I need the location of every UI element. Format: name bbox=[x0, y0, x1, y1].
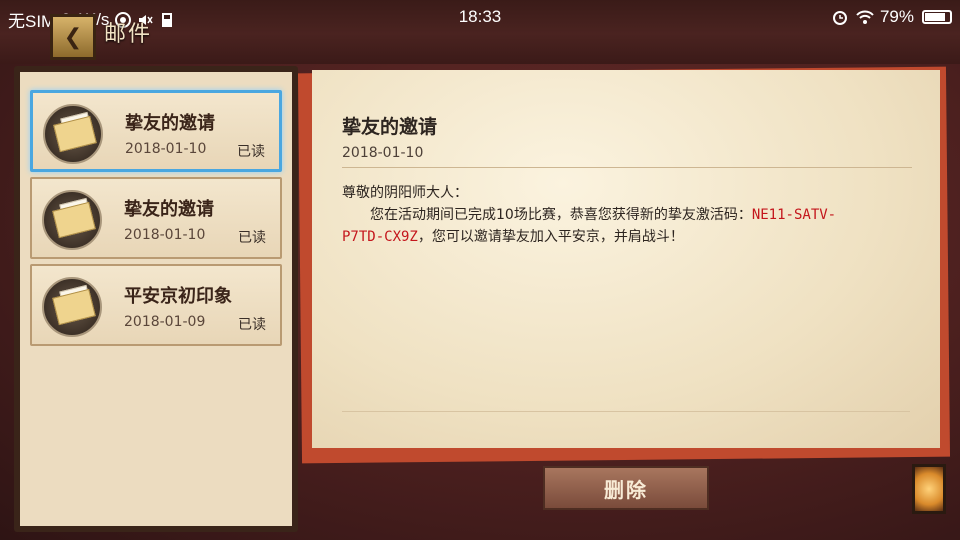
envelope-icon bbox=[43, 104, 103, 164]
envelope-icon bbox=[42, 190, 102, 250]
battery-percent: 79% bbox=[879, 7, 914, 26]
letter-text-1: 您在活动期间已完成10场比赛，恭喜您获得新的挚友激活码： bbox=[370, 207, 752, 223]
back-arrow-icon: ❮ bbox=[63, 24, 83, 50]
mail-status: 已读 bbox=[238, 230, 266, 246]
wifi-icon bbox=[856, 9, 874, 25]
battery-icon bbox=[922, 10, 952, 24]
mail-list: 挚友的邀请 2018-01-10 已读 挚友的邀请 2018-01-10 已读 … bbox=[20, 72, 292, 526]
letter-body: 尊敬的阴阳师大人： 您在活动期间已完成10场比赛，恭喜您获得新的挚友激活码：NE… bbox=[342, 182, 862, 248]
back-button[interactable]: ❮ bbox=[50, 14, 96, 60]
letter-greeting: 尊敬的阴阳师大人： bbox=[342, 185, 468, 201]
letter-title: 挚友的邀请 bbox=[342, 116, 438, 138]
letter-paragraph: 您在活动期间已完成10场比赛，恭喜您获得新的挚友激活码：NE11-SATV-P7… bbox=[342, 204, 862, 248]
mail-date: 2018-01-09 bbox=[124, 314, 206, 330]
mail-status: 已读 bbox=[237, 144, 265, 160]
mail-date: 2018-01-10 bbox=[125, 141, 207, 157]
mail-content-panel: 挚友的邀请 2018-01-10 尊敬的阴阳师大人： 您在活动期间已完成10场比… bbox=[312, 70, 940, 448]
mail-title: 挚友的邀请 bbox=[125, 113, 215, 134]
envelope-icon bbox=[42, 277, 102, 337]
mail-status: 已读 bbox=[238, 317, 266, 333]
divider bbox=[342, 167, 912, 168]
letter-date: 2018-01-10 bbox=[342, 145, 424, 161]
mail-item[interactable]: 平安京初印象 2018-01-09 已读 bbox=[30, 264, 282, 346]
mail-item[interactable]: 挚友的邀请 2018-01-10 已读 bbox=[30, 90, 282, 172]
mail-title: 挚友的邀请 bbox=[124, 199, 214, 220]
lantern-decoration bbox=[912, 464, 946, 514]
alarm-icon bbox=[832, 9, 848, 25]
page-title: 邮件 bbox=[104, 22, 153, 47]
mail-date: 2018-01-10 bbox=[124, 227, 206, 243]
mail-item[interactable]: 挚友的邀请 2018-01-10 已读 bbox=[30, 177, 282, 259]
mail-title: 平安京初印象 bbox=[124, 286, 232, 307]
status-right: 79% bbox=[832, 7, 952, 27]
divider bbox=[342, 411, 910, 412]
mail-list-panel: 挚友的邀请 2018-01-10 已读 挚友的邀请 2018-01-10 已读 … bbox=[14, 66, 298, 532]
letter-text-2: ，您可以邀请挚友加入平安京，并肩战斗！ bbox=[417, 229, 684, 245]
delete-button[interactable]: 删除 bbox=[543, 466, 709, 510]
